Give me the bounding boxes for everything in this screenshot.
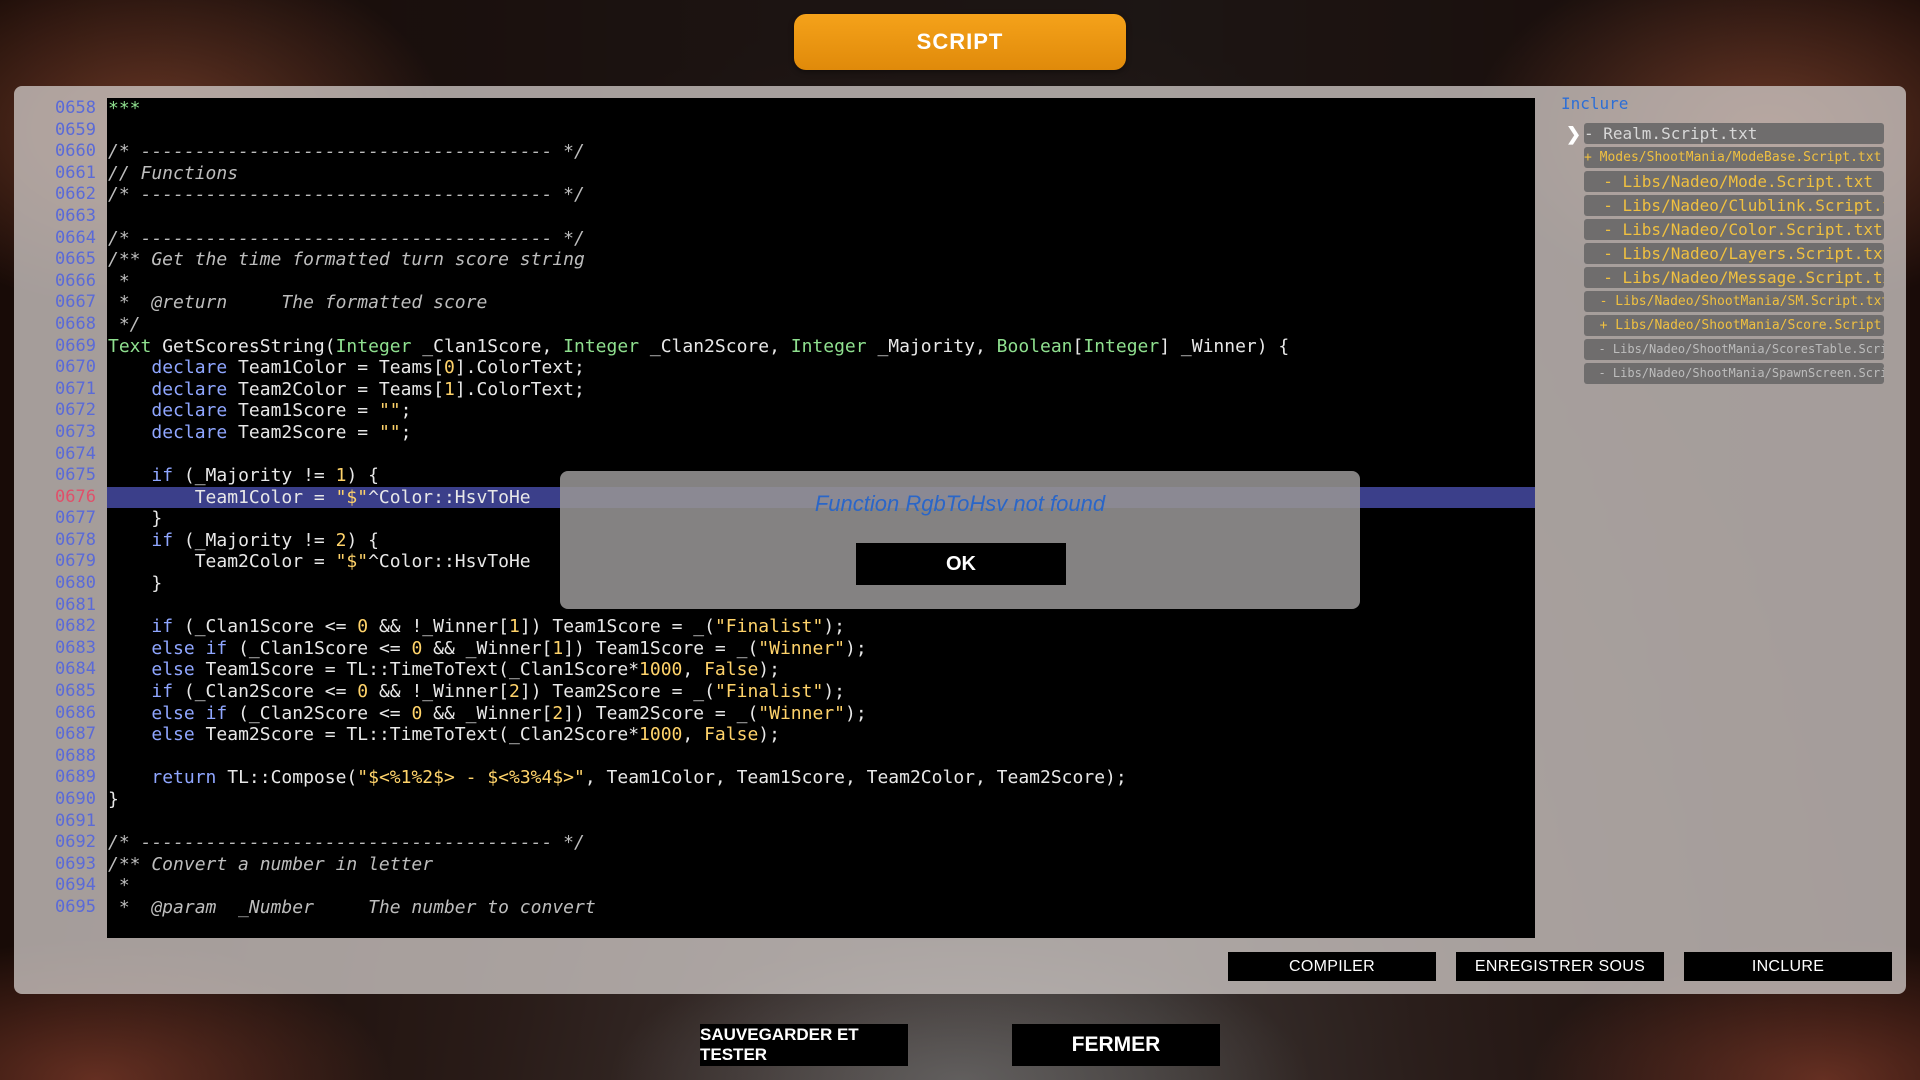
code-line[interactable] — [107, 206, 1535, 228]
line-number: 0661 — [55, 162, 96, 183]
line-number: 0660 — [55, 141, 96, 162]
code-line[interactable]: else if (_Clan2Score <= 0 && _Winner[2])… — [107, 703, 1535, 725]
line-number: 0673 — [55, 421, 96, 442]
code-line[interactable]: * — [107, 271, 1535, 293]
line-number: 0675 — [55, 465, 96, 486]
line-number: 0677 — [55, 508, 96, 529]
code-line[interactable]: * — [107, 875, 1535, 897]
line-number: 0667 — [55, 292, 96, 313]
line-number: 0659 — [55, 119, 96, 140]
line-number: 0679 — [55, 551, 96, 572]
line-number: 0692 — [55, 832, 96, 853]
line-number: 0684 — [55, 659, 96, 680]
code-line[interactable]: * @param _Number The number to convert — [107, 897, 1535, 919]
code-line[interactable]: /* -------------------------------------… — [107, 228, 1535, 250]
include-file-item[interactable]: - Libs/Nadeo/ShootMania/SpawnScreen.Scri… — [1584, 363, 1884, 384]
include-file-item[interactable]: - Libs/Nadeo/ShootMania/ScoresTable.Scri… — [1584, 339, 1884, 360]
line-number: 0689 — [55, 767, 96, 788]
code-line[interactable]: declare Team1Color = Teams[0].ColorText; — [107, 357, 1535, 379]
code-line[interactable]: declare Team2Score = ""; — [107, 422, 1535, 444]
line-number: 0674 — [55, 443, 96, 464]
line-number-gutter: 0658 0659 0660 0661 0662 0663 0664 0665 0666 0667… — [36, 98, 100, 938]
include-file-item[interactable]: - Libs/Nadeo/Mode.Script.txt — [1584, 171, 1884, 192]
code-line[interactable]: /* -------------------------------------… — [107, 832, 1535, 854]
code-line[interactable]: /** Get the time formatted turn score st… — [107, 249, 1535, 271]
error-dialog: Function RgbToHsv not found OK — [560, 471, 1360, 609]
line-number: 0672 — [55, 400, 96, 421]
line-number: 0683 — [55, 637, 96, 658]
code-line[interactable]: /** Convert a number in letter — [107, 854, 1535, 876]
include-file-item[interactable]: - Libs/Nadeo/Message.Script.txt — [1584, 267, 1884, 288]
include-file-item[interactable]: - Libs/Nadeo/Layers.Script.txt — [1584, 243, 1884, 264]
line-number: 0666 — [55, 270, 96, 291]
line-number: 0676 — [55, 486, 96, 507]
code-line[interactable]: if (_Clan2Score <= 0 && !_Winner[2]) Tea… — [107, 681, 1535, 703]
code-line[interactable]: // Functions — [107, 163, 1535, 185]
line-number: 0670 — [55, 357, 96, 378]
code-line[interactable]: /* -------------------------------------… — [107, 141, 1535, 163]
code-line[interactable]: /* -------------------------------------… — [107, 184, 1535, 206]
include-title: Inclure — [1561, 94, 1629, 113]
script-title-button[interactable]: SCRIPT — [794, 14, 1126, 70]
save-and-test-button[interactable]: SAUVEGARDER ET TESTER — [700, 1024, 908, 1066]
line-number: 0693 — [55, 853, 96, 874]
line-number: 0695 — [55, 896, 96, 917]
code-line[interactable] — [107, 120, 1535, 142]
line-number: 0680 — [55, 573, 96, 594]
code-line[interactable] — [107, 746, 1535, 768]
line-number: 0688 — [55, 745, 96, 766]
line-number: 0669 — [55, 335, 96, 356]
dialog-message: Function RgbToHsv not found — [814, 491, 1106, 516]
line-number: 0671 — [55, 378, 96, 399]
include-sidebar: Inclure — [1556, 94, 1896, 113]
ok-button[interactable]: OK — [856, 543, 1066, 585]
code-line[interactable]: else if (_Clan1Score <= 0 && _Winner[1])… — [107, 638, 1535, 660]
line-number: 0678 — [55, 529, 96, 550]
line-number: 0682 — [55, 616, 96, 637]
line-number: 0663 — [55, 205, 96, 226]
line-number: 0686 — [55, 702, 96, 723]
compile-button[interactable]: COMPILER — [1228, 952, 1436, 981]
code-line[interactable]: * @return The formatted score — [107, 292, 1535, 314]
code-line[interactable]: if (_Clan1Score <= 0 && !_Winner[1]) Tea… — [107, 616, 1535, 638]
code-line[interactable] — [107, 444, 1535, 466]
code-line[interactable]: else Team2Score = TL::TimeToText(_Clan2S… — [107, 724, 1535, 746]
code-line[interactable] — [107, 811, 1535, 833]
include-button[interactable]: INCLURE — [1684, 952, 1892, 981]
code-line[interactable]: Text GetScoresString(Integer _Clan1Score… — [107, 336, 1535, 358]
include-file-item[interactable]: - Libs/Nadeo/ShootMania/SM.Script.txt — [1584, 291, 1884, 312]
code-line[interactable]: } — [107, 789, 1535, 811]
chevron-right-icon: ❯ — [1566, 124, 1582, 144]
line-number: 0658 — [55, 98, 96, 118]
code-line[interactable]: *** — [107, 98, 1535, 120]
include-file-item[interactable]: - Libs/Nadeo/Clublink.Script.txt — [1584, 195, 1884, 216]
code-line[interactable]: return TL::Compose("$<%1%2$> - $<%3%4$>"… — [107, 767, 1535, 789]
line-number: 0687 — [55, 724, 96, 745]
line-number: 0694 — [55, 875, 96, 896]
line-number: 0668 — [55, 313, 96, 334]
line-number: 0681 — [55, 594, 96, 615]
line-number: 0665 — [55, 249, 96, 270]
line-number: 0691 — [55, 810, 96, 831]
line-number: 0662 — [55, 184, 96, 205]
line-number: 0664 — [55, 227, 96, 248]
code-line[interactable]: else Team1Score = TL::TimeToText(_Clan1S… — [107, 659, 1535, 681]
line-number: 0685 — [55, 681, 96, 702]
save-as-button[interactable]: ENREGISTRER SOUS — [1456, 952, 1664, 981]
include-file-item[interactable]: - Realm.Script.txt — [1584, 123, 1884, 144]
code-line[interactable]: */ — [107, 314, 1535, 336]
close-button[interactable]: FERMER — [1012, 1024, 1220, 1066]
include-file-item[interactable]: + Modes/ShootMania/ModeBase.Script.txt — [1584, 147, 1884, 168]
code-line[interactable]: declare Team1Score = ""; — [107, 400, 1535, 422]
include-file-item[interactable]: + Libs/Nadeo/ShootMania/Score.Script.txt — [1584, 315, 1884, 336]
include-file-item[interactable]: - Libs/Nadeo/Color.Script.txt — [1584, 219, 1884, 240]
line-number: 0690 — [55, 789, 96, 809]
code-line[interactable]: declare Team2Color = Teams[1].ColorText; — [107, 379, 1535, 401]
